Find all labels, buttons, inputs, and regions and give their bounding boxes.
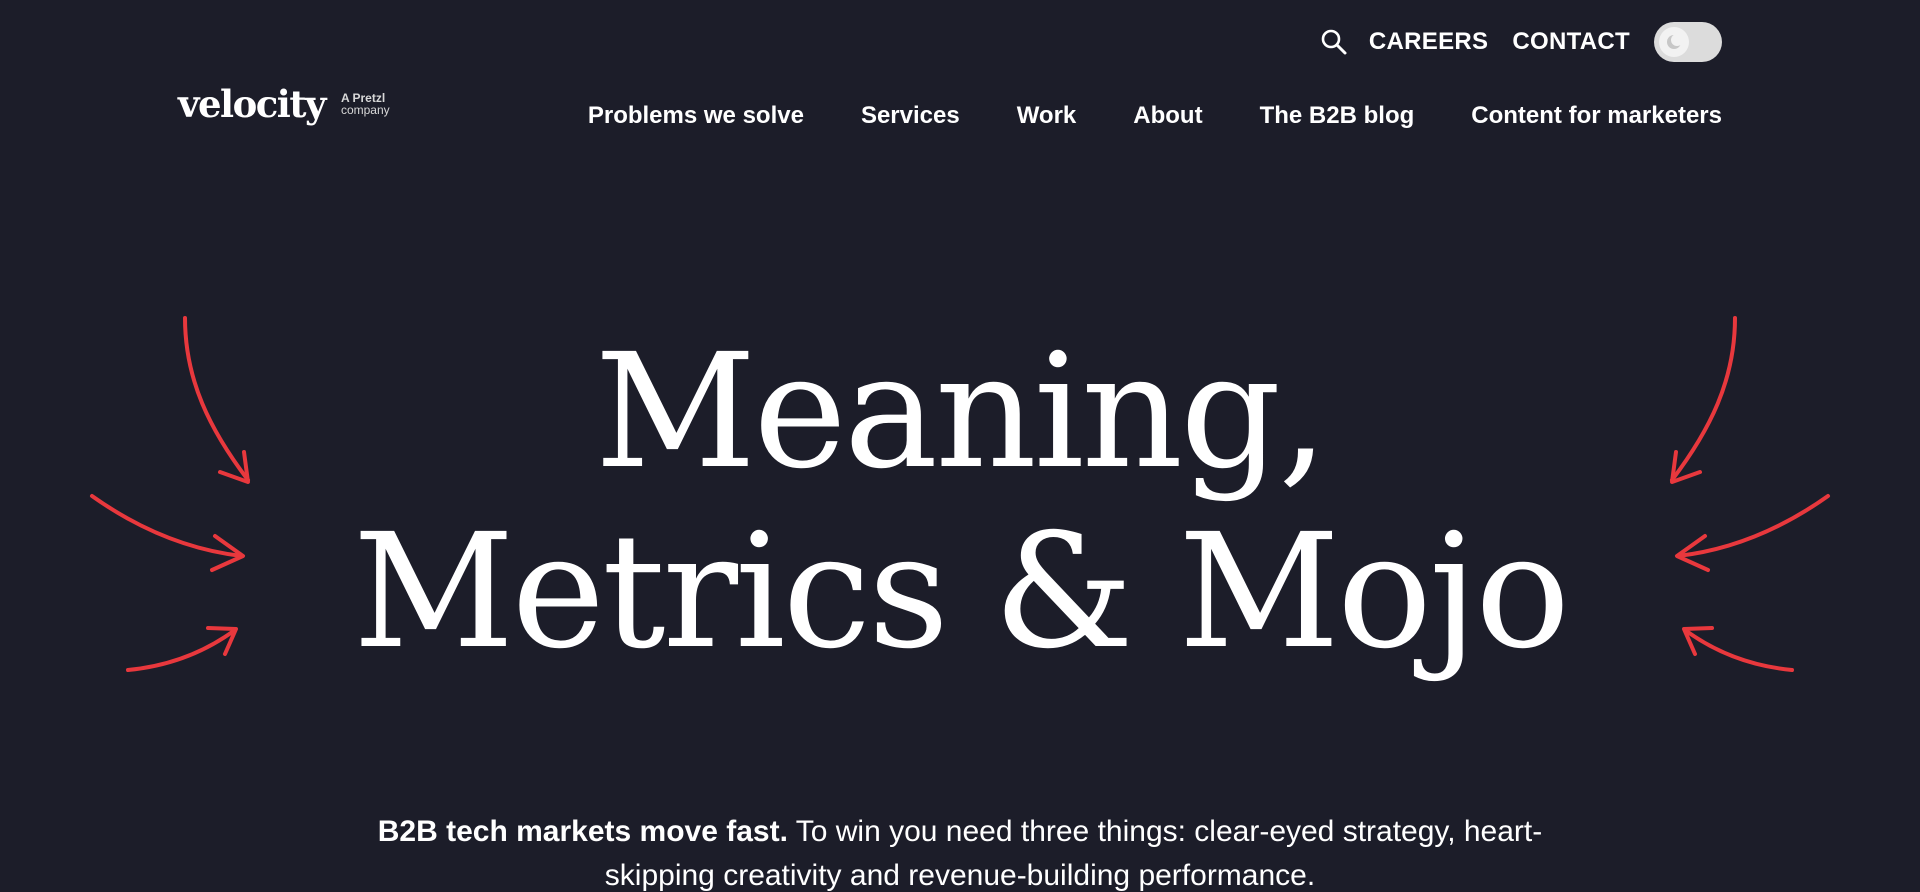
intro-bold: B2B tech markets move fast. xyxy=(377,815,788,848)
logo-tagline: A Pretzl company xyxy=(341,92,390,116)
nav-item-b2b-blog[interactable]: The B2B blog xyxy=(1260,102,1415,130)
hero-title-line1: Meaning, xyxy=(594,320,1329,504)
search-icon[interactable] xyxy=(1319,27,1349,57)
logo[interactable]: velocity A Pretzl company xyxy=(178,82,390,126)
nav-item-about[interactable]: About xyxy=(1133,102,1202,130)
hero-title-line2: Metrics & Mojo xyxy=(352,500,1571,684)
nav-item-work[interactable]: Work xyxy=(1017,102,1077,130)
careers-link[interactable]: CAREERS xyxy=(1369,28,1488,56)
hero-title: Meaning, Metrics & Mojo xyxy=(0,322,1920,682)
theme-toggle[interactable] xyxy=(1654,22,1722,62)
nav-item-problems-we-solve[interactable]: Problems we solve xyxy=(588,102,804,130)
utility-bar: CAREERS CONTACT xyxy=(1319,18,1722,66)
moon-icon xyxy=(1659,27,1689,57)
logo-tagline-line2: company xyxy=(340,103,390,117)
logo-wordmark: velocity xyxy=(178,82,326,126)
contact-link[interactable]: CONTACT xyxy=(1512,28,1630,56)
main-nav: Problems we solve Services Work About Th… xyxy=(588,98,1722,134)
intro-paragraph: B2B tech markets move fast. To win you n… xyxy=(330,810,1590,892)
nav-item-services[interactable]: Services xyxy=(861,102,960,130)
nav-item-content-for-marketers[interactable]: Content for marketers xyxy=(1471,102,1722,130)
